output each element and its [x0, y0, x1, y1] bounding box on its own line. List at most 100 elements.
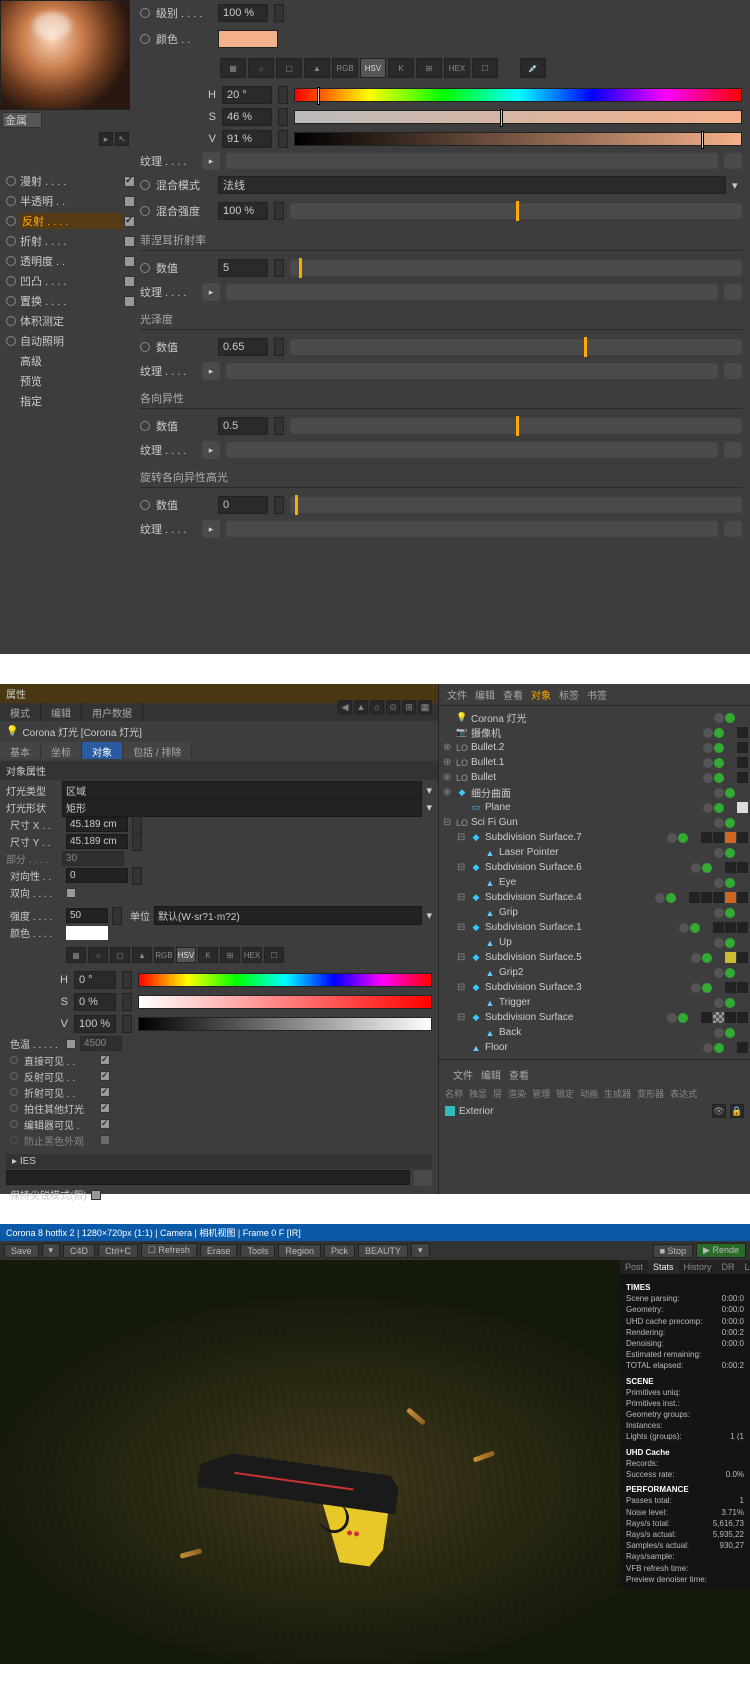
toolbar-icon[interactable]: ▦: [418, 700, 432, 714]
blend-str-slider[interactable]: [290, 203, 742, 219]
menu-item[interactable]: 编辑: [41, 703, 82, 721]
object-tag[interactable]: [737, 1012, 748, 1023]
level-input[interactable]: [218, 4, 268, 22]
om-menu-item[interactable]: 文件: [447, 687, 467, 702]
layer-lock-icon[interactable]: 🔒: [730, 1104, 744, 1118]
tree-expand-icon[interactable]: ⊟: [457, 952, 467, 963]
num-slider[interactable]: [290, 497, 742, 513]
channel-row[interactable]: 预览: [6, 371, 135, 391]
hsv-input[interactable]: [222, 108, 272, 126]
tree-expand-icon[interactable]: ⊟: [457, 1012, 467, 1023]
num-spinner[interactable]: [274, 338, 284, 356]
bidir-checkbox[interactable]: [66, 888, 76, 898]
vfb-toolbar-button[interactable]: Ctrl+C: [98, 1244, 138, 1258]
num-slider[interactable]: [290, 260, 742, 276]
render-dot[interactable]: [725, 818, 735, 828]
tree-row[interactable]: ▲Grip: [441, 905, 748, 920]
color-mode-button[interactable]: RGB: [332, 58, 358, 78]
render-dot[interactable]: [725, 713, 735, 723]
tree-row[interactable]: ⊕LOBullet.2: [441, 740, 748, 755]
object-tag[interactable]: [725, 892, 736, 903]
toolbar-icon[interactable]: ⊙: [386, 700, 400, 714]
stop-button[interactable]: ■ Stop: [653, 1244, 693, 1258]
channel-row[interactable]: 高级: [6, 351, 135, 371]
tree-expand-icon[interactable]: ⊕: [443, 787, 453, 798]
vfb-toolbar-button[interactable]: ▾: [42, 1243, 61, 1258]
num-input[interactable]: [218, 338, 268, 356]
object-tag[interactable]: [701, 892, 712, 903]
ies-path-input[interactable]: [6, 1170, 410, 1185]
color-mode-button[interactable]: HSV: [360, 58, 386, 78]
vfb-toolbar-button[interactable]: Tools: [240, 1244, 275, 1258]
texture-arrow-icon[interactable]: ▸: [202, 520, 220, 538]
vis-dot[interactable]: [714, 908, 724, 918]
menu-item[interactable]: 模式: [0, 703, 41, 721]
om-menu-item[interactable]: 书签: [587, 687, 607, 702]
vis-dot[interactable]: [714, 938, 724, 948]
num-radio[interactable]: [140, 342, 150, 352]
object-tag[interactable]: [701, 832, 712, 843]
menu-item[interactable]: 用户数据: [82, 703, 143, 721]
tree-expand-icon[interactable]: ⊟: [457, 862, 467, 873]
tree-row[interactable]: ▲Floor: [441, 1040, 748, 1055]
render-dot[interactable]: [714, 758, 724, 768]
color-mode-button[interactable]: HSV: [176, 947, 196, 963]
channel-radio[interactable]: [6, 296, 16, 306]
object-tag[interactable]: [725, 952, 736, 963]
hsv-spinner[interactable]: [278, 108, 288, 126]
layer-vis-icon[interactable]: 👁: [712, 1104, 726, 1118]
om-menu-item[interactable]: 文件: [453, 1067, 473, 1082]
object-tag[interactable]: [713, 922, 724, 933]
render-dot[interactable]: [714, 1043, 724, 1053]
channel-radio[interactable]: [6, 216, 16, 226]
render-dot[interactable]: [714, 728, 724, 738]
tree-row[interactable]: ▲Eye: [441, 875, 748, 890]
hsv-slider[interactable]: [294, 132, 742, 146]
render-dot[interactable]: [725, 878, 735, 888]
stats-tab[interactable]: DR: [717, 1260, 740, 1274]
om-menu-item[interactable]: 编辑: [475, 687, 495, 702]
num-slider[interactable]: [290, 418, 742, 434]
vis-dot[interactable]: [703, 728, 713, 738]
tree-row[interactable]: ⊟◆Subdivision Surface.1: [441, 920, 748, 935]
color-mode-button[interactable]: ▢: [276, 58, 302, 78]
prop-checkbox[interactable]: [100, 1071, 110, 1081]
sizey-input[interactable]: [66, 834, 128, 849]
tree-expand-icon[interactable]: ⊟: [457, 982, 467, 993]
cursor-icon[interactable]: ↖: [115, 132, 129, 146]
toolbar-icon[interactable]: ⊞: [402, 700, 416, 714]
channel-radio[interactable]: [6, 316, 16, 326]
hsv-slider[interactable]: [138, 995, 432, 1009]
prop-checkbox[interactable]: [100, 1087, 110, 1097]
render-dot[interactable]: [714, 773, 724, 783]
tree-row[interactable]: ⊟◆Subdivision Surface.4: [441, 890, 748, 905]
texture-arrow-icon[interactable]: ▸: [202, 362, 220, 380]
vfb-toolbar-button[interactable]: Pick: [324, 1244, 355, 1258]
vis-dot[interactable]: [655, 893, 665, 903]
hsv-input[interactable]: [222, 86, 272, 104]
hsv-input[interactable]: [74, 971, 116, 989]
channel-row[interactable]: 置换 . . . .: [6, 291, 135, 311]
tree-expand-icon[interactable]: ⊟: [443, 817, 453, 828]
tree-expand-icon[interactable]: ⊕: [443, 772, 453, 783]
render-dot[interactable]: [725, 938, 735, 948]
tree-row[interactable]: 💡Corona 灯光: [441, 710, 748, 725]
tree-row[interactable]: ⊟◆Subdivision Surface.3: [441, 980, 748, 995]
tree-row[interactable]: ▲Laser Pointer: [441, 845, 748, 860]
channel-row[interactable]: 漫射 . . . .: [6, 171, 135, 191]
material-name-input[interactable]: [2, 112, 42, 128]
vis-dot[interactable]: [714, 968, 724, 978]
tree-row[interactable]: ⊟◆Subdivision Surface: [441, 1010, 748, 1025]
object-tag[interactable]: [737, 1042, 748, 1053]
object-tag[interactable]: [689, 892, 700, 903]
intensity-spinner[interactable]: [112, 907, 122, 925]
render-dot[interactable]: [725, 848, 735, 858]
color-mode-button[interactable]: ⊞: [416, 58, 442, 78]
render-dot[interactable]: [725, 1028, 735, 1038]
render-dot[interactable]: [725, 968, 735, 978]
object-tag[interactable]: [713, 1012, 724, 1023]
render-dot[interactable]: [690, 923, 700, 933]
color-mode-button[interactable]: HEX: [444, 58, 470, 78]
layer-name[interactable]: Exterior: [459, 1106, 493, 1117]
om-menu-item[interactable]: 对象: [531, 687, 551, 702]
